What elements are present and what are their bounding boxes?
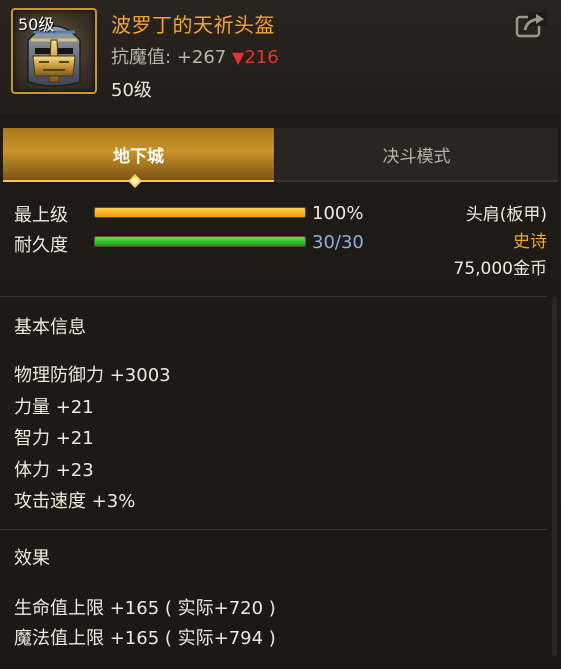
grade-bar	[94, 207, 306, 218]
magic-resist-label: 抗魔值:	[111, 47, 172, 68]
effects-title: 效果	[14, 548, 50, 569]
attribute-line: 物理防御力 +3003	[14, 365, 171, 386]
sell-price: 75,000金币	[453, 259, 547, 279]
equipment-slot: 头肩(板甲)	[465, 205, 547, 225]
basic-info-title: 基本信息	[14, 317, 86, 338]
rarity-label: 史诗	[513, 232, 547, 252]
effect-line: 生命值上限 +165 ( 实际+720 )	[14, 598, 276, 619]
magic-resist-line: 抗魔值: +267 ▼216	[111, 43, 279, 69]
attribute-line: 智力 +21	[14, 428, 94, 449]
item-header: 50级 波罗丁的天祈头盔 抗魔值: +267 ▼216 50级	[0, 0, 561, 114]
durability-bar-fill	[95, 237, 305, 246]
grade-value: 100%	[312, 203, 364, 224]
item-icon-frame[interactable]: 50级	[11, 8, 97, 94]
scrollbar[interactable]	[552, 296, 557, 656]
durability-label: 耐久度	[14, 235, 68, 256]
item-level-badge: 50级	[18, 15, 55, 34]
durability-bar	[94, 236, 306, 247]
mode-tabs: 地下城 决斗模式	[0, 128, 561, 188]
durability-value: 30/30	[312, 232, 364, 253]
attribute-line: 力量 +21	[14, 397, 94, 418]
magic-resist-value: +267	[176, 47, 227, 68]
decrease-arrow-icon: ▼	[232, 48, 245, 67]
grade-bar-fill	[95, 208, 305, 217]
active-tab-diamond-icon	[128, 174, 142, 188]
share-icon[interactable]	[515, 12, 547, 38]
attribute-line: 攻击速度 +3%	[14, 491, 136, 512]
divider	[0, 529, 547, 530]
effect-line: 魔法值上限 +165 ( 实际+794 )	[14, 628, 276, 649]
required-level: 50级	[111, 80, 152, 101]
attribute-line: 体力 +23	[14, 460, 94, 481]
grade-label: 最上级	[14, 205, 68, 226]
magic-resist-diff: 216	[244, 47, 279, 68]
divider	[0, 296, 547, 297]
tab-duel-mode[interactable]: 决斗模式	[275, 128, 558, 182]
item-name: 波罗丁的天祈头盔	[111, 13, 275, 37]
item-tooltip-panel: 50级 波罗丁的天祈头盔 抗魔值: +267 ▼216 50级 地下城 决斗模式…	[0, 0, 561, 669]
